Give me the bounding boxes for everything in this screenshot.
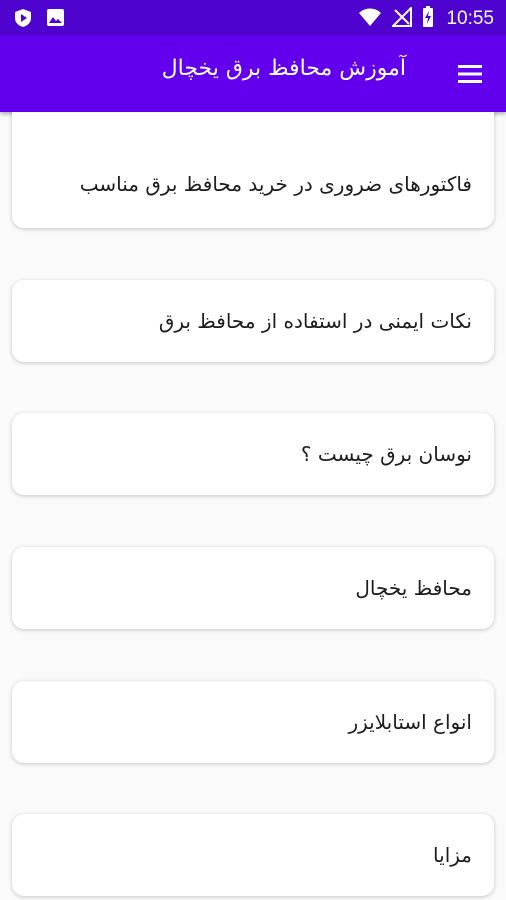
- battery-charging-icon: [422, 6, 434, 32]
- topic-list: فاکتورهای ضروری در خرید محافظ برق مناسب …: [0, 112, 506, 900]
- list-item[interactable]: محافظ یخچال: [12, 547, 494, 629]
- notification-icons: [14, 8, 65, 32]
- list-item-label: مزایا: [433, 843, 472, 867]
- play-protect-icon: [14, 8, 32, 32]
- app-bar: آموزش محافظ برق یخچال: [0, 35, 506, 112]
- list-item[interactable]: مزایا: [12, 814, 494, 896]
- hamburger-menu-icon[interactable]: [456, 60, 484, 88]
- list-item[interactable]: انواع استابلایزر: [12, 681, 494, 763]
- status-bar: 10:55: [0, 0, 506, 35]
- system-icons: 10:55: [358, 5, 494, 32]
- list-item-label: فاکتورهای ضروری در خرید محافظ برق مناسب: [79, 172, 472, 196]
- list-item-label: انواع استابلایزر: [348, 710, 472, 734]
- list-item-label: نوسان برق چیست ؟: [300, 442, 472, 466]
- image-icon: [46, 8, 65, 32]
- page-title: آموزش محافظ برق یخچال: [161, 56, 406, 81]
- wifi-icon: [358, 7, 382, 31]
- list-item[interactable]: نکات ایمنی در استفاده از محافظ برق: [12, 280, 494, 362]
- status-time: 10:55: [446, 8, 494, 29]
- list-item-label: محافظ یخچال: [355, 576, 472, 600]
- list-item-label: نکات ایمنی در استفاده از محافظ برق: [158, 309, 472, 333]
- no-signal-icon: [391, 5, 413, 31]
- list-item[interactable]: نوسان برق چیست ؟: [12, 413, 494, 495]
- list-item[interactable]: فاکتورهای ضروری در خرید محافظ برق مناسب: [12, 112, 494, 228]
